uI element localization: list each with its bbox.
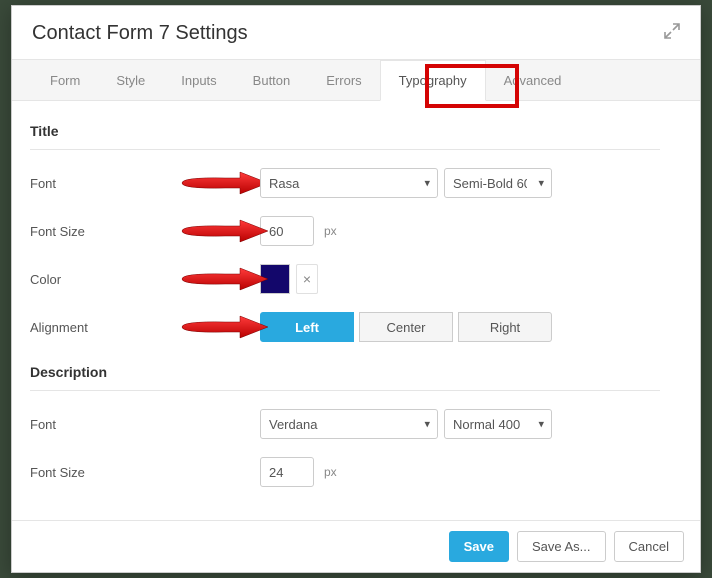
label-desc-font-size: Font Size [30, 465, 260, 480]
tab-advanced[interactable]: Advanced [486, 60, 580, 100]
label-title-alignment: Alignment [30, 320, 260, 335]
title-font-size-input[interactable] [260, 216, 314, 246]
desc-font-size-input[interactable] [260, 457, 314, 487]
modal-title: Contact Form 7 Settings [32, 22, 248, 45]
label-title-font-size: Font Size [30, 224, 260, 239]
title-color-swatch[interactable] [260, 264, 290, 294]
tab-inputs[interactable]: Inputs [163, 60, 234, 100]
row-title-font-size: Font Size px [30, 216, 660, 246]
row-title-color: Color × [30, 264, 660, 294]
label-desc-font: Font [30, 417, 260, 432]
row-title-alignment: Alignment Left Center Right [30, 312, 660, 342]
tab-button[interactable]: Button [235, 60, 309, 100]
tab-style[interactable]: Style [98, 60, 163, 100]
desc-font-weight-select[interactable]: Normal 400 [444, 409, 552, 439]
align-center-button[interactable]: Center [359, 312, 453, 342]
title-font-family-select[interactable]: Rasa [260, 168, 438, 198]
tab-form[interactable]: Form [32, 60, 98, 100]
label-title-color: Color [30, 272, 260, 287]
tab-typography[interactable]: Typography [380, 60, 486, 101]
cancel-button[interactable]: Cancel [614, 531, 684, 562]
expand-icon[interactable] [664, 23, 680, 44]
save-as-button[interactable]: Save As... [517, 531, 606, 562]
save-button[interactable]: Save [449, 531, 509, 562]
row-title-font: Font Rasa Semi-Bold 600 [30, 168, 660, 198]
settings-modal: Contact Form 7 Settings Form Style Input… [11, 5, 701, 573]
desc-font-family-select[interactable]: Verdana [260, 409, 438, 439]
title-color-clear[interactable]: × [296, 264, 318, 294]
title-font-weight-select[interactable]: Semi-Bold 600 [444, 168, 552, 198]
tabs: Form Style Inputs Button Errors Typograp… [12, 59, 700, 101]
section-title-description: Description [30, 364, 660, 391]
label-title-font: Font [30, 176, 260, 191]
row-desc-font: Font Verdana Normal 400 [30, 409, 660, 439]
modal-footer: Save Save As... Cancel [12, 520, 700, 572]
title-alignment-group: Left Center Right [260, 312, 552, 342]
tab-errors[interactable]: Errors [308, 60, 379, 100]
unit-px: px [324, 224, 337, 238]
align-right-button[interactable]: Right [458, 312, 552, 342]
scroll-area[interactable]: Title Font Rasa Semi-Bold 600 Font Size … [12, 101, 690, 520]
modal-header: Contact Form 7 Settings [12, 6, 700, 59]
section-title-title: Title [30, 123, 660, 150]
align-left-button[interactable]: Left [260, 312, 354, 342]
unit-px: px [324, 465, 337, 479]
row-desc-font-size: Font Size px [30, 457, 660, 487]
